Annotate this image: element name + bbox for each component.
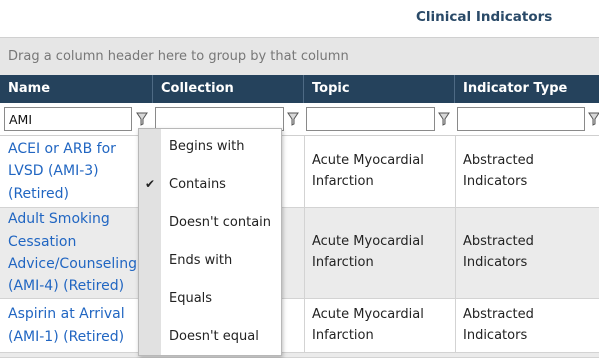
filter-option-doesnt-equal[interactable]: Doesn't equal xyxy=(139,319,281,357)
column-header-row: Name Collection Topic Indicator Type xyxy=(0,75,599,103)
table-row: Adult Smoking Cessation Advice/Counselin… xyxy=(0,208,599,299)
filter-icon[interactable] xyxy=(438,111,450,127)
topic-cell: Acute Myocardial Infarction xyxy=(312,152,424,189)
filter-option-begins-with[interactable]: Begins with xyxy=(139,129,281,167)
filter-icon[interactable] xyxy=(136,111,148,127)
topic-filter-input[interactable] xyxy=(306,107,435,131)
filter-option-doesnt-contain[interactable]: Doesn't contain xyxy=(139,205,281,243)
group-by-panel[interactable]: Drag a column header here to group by th… xyxy=(0,37,599,75)
column-header-name[interactable]: Name xyxy=(0,75,153,103)
indicator-name-link[interactable]: Adult Smoking Cessation Advice/Counselin… xyxy=(0,208,153,298)
table-row: Aspirin at Arrival (AMI-1) (Retired) Acu… xyxy=(0,299,599,353)
column-header-topic[interactable]: Topic xyxy=(304,75,455,103)
filter-icon[interactable] xyxy=(588,111,599,127)
topic-cell: Acute Myocardial Infarction xyxy=(312,306,424,343)
grid-title-bar: Clinical Indicators xyxy=(0,0,599,37)
filter-option-contains[interactable]: ✔ Contains xyxy=(139,167,281,205)
table-row xyxy=(0,353,599,358)
column-header-collection[interactable]: Collection xyxy=(153,75,304,103)
indicator-type-cell: Abstracted Indicators xyxy=(463,152,534,189)
filter-icon[interactable] xyxy=(287,111,299,127)
filter-option-equals[interactable]: Equals xyxy=(139,281,281,319)
indicator-type-cell: Abstracted Indicators xyxy=(463,306,534,343)
indicator-type-filter-input[interactable] xyxy=(457,107,585,131)
grid-title: Clinical Indicators xyxy=(416,9,553,25)
filter-row xyxy=(0,103,599,136)
indicator-type-cell: Abstracted Indicators xyxy=(463,234,534,270)
topic-cell: Acute Myocardial Infarction xyxy=(312,234,424,270)
indicator-name-link[interactable]: Aspirin at Arrival (AMI-1) (Retired) xyxy=(0,299,153,352)
table-row: ACEI or ARB for LVSD (AMI-3) (Retired) A… xyxy=(0,136,599,208)
checkmark-icon: ✔ xyxy=(145,177,156,191)
group-by-hint: Drag a column header here to group by th… xyxy=(8,49,349,64)
indicator-name-link[interactable]: ACEI or ARB for LVSD (AMI-3) (Retired) xyxy=(0,136,153,207)
filter-option-ends-with[interactable]: Ends with xyxy=(139,243,281,281)
name-filter-input[interactable] xyxy=(4,107,132,131)
column-header-indicator-type[interactable]: Indicator Type xyxy=(455,75,599,103)
filter-operator-menu: Begins with ✔ Contains Doesn't contain E… xyxy=(138,128,282,356)
